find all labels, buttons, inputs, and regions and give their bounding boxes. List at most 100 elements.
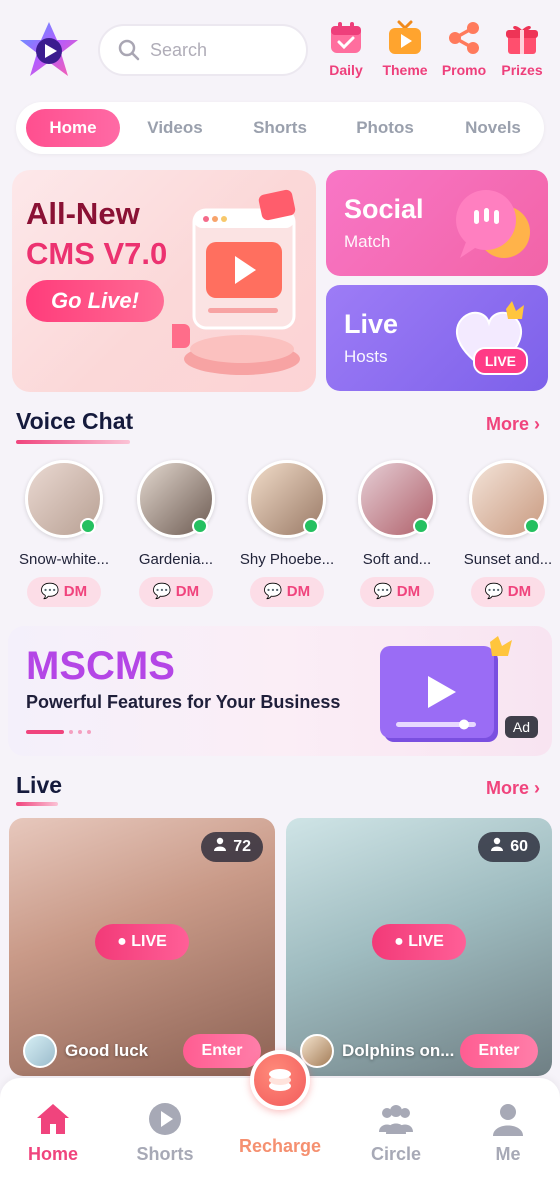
online-indicator	[413, 518, 429, 534]
person-icon	[489, 1100, 527, 1138]
live-card-title: Live	[344, 309, 399, 339]
live-section-title: Live	[16, 772, 63, 798]
voice-user-card[interactable]: Shy Phoebe... 💬 DM	[237, 460, 337, 607]
theme-shortcut[interactable]: Theme	[377, 20, 433, 78]
daily-shortcut[interactable]: Daily	[318, 20, 374, 78]
share-icon	[446, 20, 482, 56]
chat-icon: 💬	[373, 583, 393, 600]
live-badge-label: LIVE	[408, 933, 444, 950]
chat-bubble-icon	[456, 190, 530, 258]
carousel-dots	[26, 730, 91, 734]
host-info: Dolphins on...	[300, 1034, 454, 1068]
voice-chat-underline	[16, 440, 130, 444]
coins-icon	[269, 1069, 291, 1091]
nav-circle-label: Circle	[370, 1144, 422, 1164]
live-badge: ● LIVE	[372, 924, 466, 960]
social-card-title: Social	[344, 194, 424, 224]
nav-me-label: Me	[495, 1144, 521, 1164]
app-logo-icon[interactable]	[16, 20, 82, 80]
home-icon	[34, 1100, 72, 1138]
voice-user-card[interactable]: Snow-white... 💬 DM	[14, 460, 114, 607]
avatar[interactable]	[23, 1034, 57, 1068]
voice-user-name: Soft and...	[362, 551, 432, 568]
dm-button[interactable]: 💬 DM	[250, 577, 324, 607]
host-name: Dolphins on...	[342, 1041, 455, 1060]
person-icon	[213, 832, 227, 862]
ad-banner[interactable]: MSCMS Powerful Features for Your Busines…	[8, 626, 552, 756]
video-player-illustration	[172, 189, 300, 375]
viewer-number: 72	[233, 838, 251, 855]
enter-button[interactable]: Enter	[460, 1034, 538, 1068]
dm-button[interactable]: 💬 DM	[360, 577, 434, 607]
ad-brand: MSCMS	[26, 644, 175, 688]
dm-label: DM	[63, 583, 88, 600]
viewer-count: 72	[201, 832, 263, 862]
tab-novels[interactable]: Novels	[452, 109, 534, 147]
bottom-nav: Home Shorts Recharge Circle Me	[0, 1050, 560, 1200]
prizes-label: Prizes	[501, 62, 543, 78]
dm-button[interactable]: 💬 DM	[471, 577, 545, 607]
promo-shortcut[interactable]: Promo	[436, 20, 492, 78]
voice-user-card[interactable]: Soft and... 💬 DM	[347, 460, 447, 607]
top-header: Search Daily Theme Promo Prizes	[0, 0, 560, 100]
person-icon	[490, 832, 504, 862]
viewer-count: 60	[478, 832, 540, 862]
dm-label: DM	[286, 583, 311, 600]
tab-photos[interactable]: Photos	[344, 109, 426, 147]
dm-button[interactable]: 💬 DM	[139, 577, 213, 607]
live-stream-card[interactable]: 72 ● LIVE Good luck Enter	[9, 818, 275, 1076]
live-stream-card[interactable]: 60 ● LIVE Dolphins on... Enter	[286, 818, 552, 1076]
calendar-icon	[328, 20, 364, 56]
tab-videos[interactable]: Videos	[134, 109, 216, 147]
nav-me[interactable]: Me	[463, 1100, 553, 1165]
tab-shorts[interactable]: Shorts	[240, 109, 320, 147]
voice-user-card[interactable]: Sunset and... 💬 DM	[458, 460, 558, 607]
nav-shorts-label: Shorts	[136, 1144, 194, 1164]
go-live-button[interactable]: Go Live!	[26, 280, 164, 322]
ad-tagline: Powerful Features for Your Business	[26, 692, 341, 712]
voice-user-name: Snow-white...	[18, 551, 110, 568]
promo-label: Promo	[441, 62, 487, 78]
chat-icon: 💬	[484, 583, 504, 600]
tv-icon	[387, 20, 423, 56]
recharge-button[interactable]	[250, 1050, 310, 1110]
nav-circle[interactable]: Circle	[351, 1100, 441, 1165]
live-badge: LIVE	[472, 347, 528, 375]
theme-label: Theme	[382, 62, 428, 78]
live-hosts-card[interactable]: Live Hosts LIVE	[326, 285, 548, 391]
voice-chat-more-link[interactable]: More ›	[486, 414, 540, 435]
dm-label: DM	[175, 583, 200, 600]
social-card-subtitle: Match	[344, 232, 391, 251]
people-icon	[377, 1100, 415, 1138]
voice-user-card[interactable]: Gardenia... 💬 DM	[126, 460, 226, 607]
chevron-right-icon: ›	[534, 778, 540, 798]
nav-shorts[interactable]: Shorts	[120, 1100, 210, 1165]
live-section-underline	[16, 802, 58, 806]
voice-user-name: Shy Phoebe...	[239, 551, 335, 568]
tab-home[interactable]: Home	[26, 109, 120, 147]
host-name: Good luck	[65, 1041, 149, 1060]
category-tabs: Home Videos Shorts Photos Novels	[16, 102, 544, 154]
prizes-shortcut[interactable]: Prizes	[494, 20, 550, 78]
live-more-link[interactable]: More ›	[486, 778, 540, 799]
nav-home-label: Home	[27, 1144, 78, 1164]
live-badge: ● LIVE	[95, 924, 189, 960]
dm-button[interactable]: 💬 DM	[27, 577, 101, 607]
social-match-card[interactable]: Social Match	[326, 170, 548, 276]
chat-icon: 💬	[263, 583, 283, 600]
gift-icon	[504, 20, 540, 56]
chat-icon: 💬	[152, 583, 172, 600]
dm-label: DM	[396, 583, 421, 600]
chevron-right-icon: ›	[534, 414, 540, 434]
nav-recharge-label: Recharge	[238, 1136, 322, 1156]
online-indicator	[192, 518, 208, 534]
hero-title-line1: All-New	[26, 196, 140, 231]
online-indicator	[80, 518, 96, 534]
online-indicator	[303, 518, 319, 534]
nav-recharge[interactable]: Recharge	[235, 1136, 325, 1157]
enter-button[interactable]: Enter	[183, 1034, 261, 1068]
live-card-subtitle: Hosts	[344, 347, 388, 366]
search-input[interactable]: Search	[98, 24, 308, 76]
hero-banner[interactable]: All-New CMS V7.0 Go Live!	[12, 170, 316, 392]
nav-home[interactable]: Home	[8, 1100, 98, 1165]
